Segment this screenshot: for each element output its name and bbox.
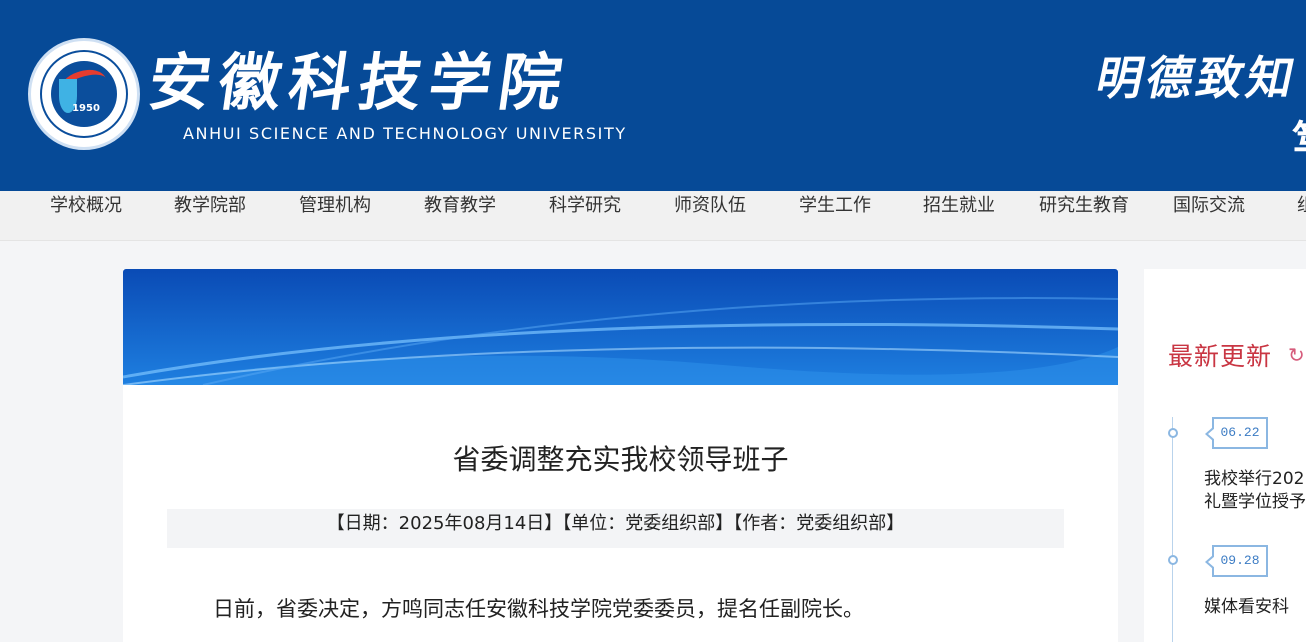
school-motto: 明德致知 [1091, 51, 1304, 105]
latest-updates-title: 最新更新 [1168, 342, 1273, 371]
nav-item-departments[interactable]: 教学院部 [174, 191, 246, 240]
nav-item-international[interactable]: 国际交流 [1173, 191, 1245, 240]
main-nav: 学校概况 教学院部 管理机构 教育教学 科学研究 师资队伍 学生工作 招生就业 … [0, 191, 1306, 241]
news-date: 06.22 [1205, 417, 1268, 449]
refresh-arrow-icon: ↻ [1288, 343, 1305, 367]
article-banner [123, 269, 1118, 385]
nav-item-faculty[interactable]: 师资队伍 [674, 191, 746, 240]
article-paragraph: 日前，省委决定，方鸣同志任安徽科技学院党委委员，提名任副院长。 [213, 597, 864, 621]
news-item-line: 媒体看安科 [1204, 597, 1289, 617]
school-name-en: ANHUI SCIENCE AND TECHNOLOGY UNIVERSITY [183, 124, 627, 143]
article-title: 省委调整充实我校领导班子 [452, 443, 789, 476]
banner-graphic [123, 269, 1118, 385]
logo-year: 1950 [72, 103, 100, 114]
article-panel: 省委调整充实我校领导班子 【日期：2025年08月14日】【单位：党委组织部】【… [123, 269, 1118, 642]
school-logo[interactable]: 1950 [28, 38, 140, 150]
timeline-line [1172, 417, 1173, 642]
nav-item-overview[interactable]: 学校概况 [50, 191, 122, 240]
school-motto-continued: 笃 [1292, 108, 1306, 166]
nav-item-student-affairs[interactable]: 学生工作 [799, 191, 871, 240]
nav-item-education[interactable]: 教育教学 [424, 191, 496, 240]
nav-item-admissions[interactable]: 招生就业 [923, 191, 995, 240]
timeline-dot [1168, 555, 1178, 565]
nav-item-graduate[interactable]: 研究生教育 [1039, 191, 1129, 240]
news-date: 09.28 [1205, 545, 1268, 577]
news-item-link[interactable]: 我校举行202 礼暨学位授予 [1204, 468, 1306, 514]
article-meta: 【日期：2025年08月14日】【单位：党委组织部】【作者：党委组织部】 [167, 509, 1064, 548]
nav-item-research[interactable]: 科学研究 [549, 191, 621, 240]
news-item-link[interactable]: 媒体看安科 [1204, 596, 1289, 619]
latest-updates-panel: 最新更新 ↻ 06.22 我校举行202 礼暨学位授予 09.28 媒体看安科 [1144, 269, 1306, 642]
school-name: 安徽科技学院 [144, 46, 575, 119]
news-item-line: 我校举行202 [1204, 469, 1305, 489]
timeline-dot [1168, 428, 1178, 438]
site-header: 1950 安徽科技学院 ANHUI SCIENCE AND TECHNOLOGY… [0, 0, 1306, 191]
nav-item-more[interactable]: 组 [1297, 191, 1306, 240]
nav-item-administration[interactable]: 管理机构 [299, 191, 371, 240]
news-item-line: 礼暨学位授予 [1204, 492, 1306, 512]
